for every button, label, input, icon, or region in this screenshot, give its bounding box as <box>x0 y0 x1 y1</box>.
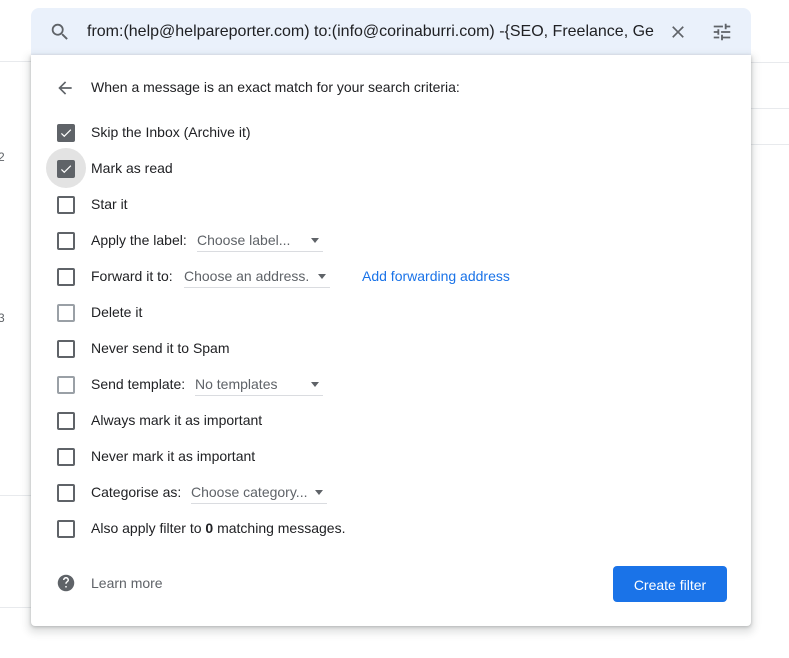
help-icon[interactable] <box>57 574 75 592</box>
label-dropdown[interactable]: Choose label... <box>197 229 323 252</box>
option-label: Always mark it as important <box>91 412 263 428</box>
option-label: Send template: <box>91 376 186 392</box>
background-divider <box>0 495 31 496</box>
option-label: Never mark it as important <box>91 448 256 464</box>
search-icon[interactable] <box>49 21 71 43</box>
checkbox-never-spam[interactable] <box>57 340 75 358</box>
option-delete: Delete it <box>31 294 751 330</box>
tune-icon[interactable] <box>711 21 733 43</box>
checkbox-categorise[interactable] <box>57 484 75 502</box>
dropdown-value: Choose label... <box>197 232 291 248</box>
search-bar <box>31 8 751 55</box>
matching-count: 0 <box>205 520 214 536</box>
checkmark-icon <box>60 165 72 174</box>
background-text: 3 <box>0 311 5 325</box>
option-label: Forward it to: <box>91 268 173 284</box>
option-label: Categorise as: <box>91 484 182 500</box>
checkbox-apply-existing[interactable] <box>57 520 75 538</box>
background-divider <box>750 108 789 109</box>
option-star-it: Star it <box>31 186 751 222</box>
filter-options-panel: When a message is an exact match for you… <box>31 55 751 626</box>
option-always-important: Always mark it as important <box>31 402 751 438</box>
option-label-prefix: Also apply filter to <box>91 520 202 536</box>
dropdown-value: Choose an address. <box>184 268 310 284</box>
template-dropdown[interactable]: No templates <box>195 373 323 396</box>
checkbox-mark-read[interactable] <box>57 160 75 178</box>
option-label: Never send it to Spam <box>91 340 230 356</box>
option-label: Delete it <box>91 304 143 320</box>
checkbox-always-important[interactable] <box>57 412 75 430</box>
checkbox-send-template[interactable] <box>57 376 75 394</box>
learn-more-link[interactable]: Learn more <box>91 575 163 591</box>
create-filter-button[interactable]: Create filter <box>613 566 727 602</box>
background-divider <box>750 144 789 145</box>
add-forwarding-address-link[interactable]: Add forwarding address <box>362 258 510 294</box>
dropdown-value: Choose category... <box>191 484 308 500</box>
option-label: Also apply filter to 0 matching messages… <box>91 510 345 546</box>
option-never-important: Never mark it as important <box>31 438 751 474</box>
dropdown-arrow-icon <box>311 238 319 243</box>
option-label: Apply the label: <box>91 232 187 248</box>
option-forward: Forward it to: Choose an address. Add fo… <box>31 258 751 294</box>
checkbox-apply-label[interactable] <box>57 232 75 250</box>
checkmark-icon <box>60 129 72 138</box>
option-label: Mark as read <box>91 160 173 176</box>
checkbox-skip-inbox[interactable] <box>57 124 75 142</box>
background-divider <box>0 61 31 62</box>
dropdown-arrow-icon <box>311 382 319 387</box>
background-text: 2 <box>0 150 5 164</box>
background-divider <box>750 62 789 63</box>
option-label: Star it <box>91 196 128 212</box>
option-send-template: Send template: No templates <box>31 366 751 402</box>
option-apply-label: Apply the label: Choose label... <box>31 222 751 258</box>
checkbox-delete[interactable] <box>57 304 75 322</box>
dropdown-value: No templates <box>195 376 278 392</box>
option-never-spam: Never send it to Spam <box>31 330 751 366</box>
search-input[interactable] <box>87 8 657 55</box>
address-dropdown[interactable]: Choose an address. <box>184 265 330 288</box>
dropdown-arrow-icon <box>318 274 326 279</box>
arrow-back-icon[interactable] <box>55 78 75 98</box>
checkbox-never-important[interactable] <box>57 448 75 466</box>
option-label-suffix: matching messages. <box>217 520 346 536</box>
close-icon[interactable] <box>668 22 688 42</box>
checkbox-star-it[interactable] <box>57 196 75 214</box>
checkbox-forward[interactable] <box>57 268 75 286</box>
dialog-heading: When a message is an exact match for you… <box>91 79 460 95</box>
background-divider <box>0 607 31 608</box>
category-dropdown[interactable]: Choose category... <box>191 481 327 504</box>
option-categorise: Categorise as: Choose category... <box>31 474 751 510</box>
option-skip-inbox: Skip the Inbox (Archive it) <box>31 114 751 150</box>
dropdown-arrow-icon <box>315 490 323 495</box>
option-apply-existing: Also apply filter to 0 matching messages… <box>31 510 751 546</box>
option-mark-read: Mark as read <box>31 148 751 188</box>
option-label: Skip the Inbox (Archive it) <box>91 124 251 140</box>
